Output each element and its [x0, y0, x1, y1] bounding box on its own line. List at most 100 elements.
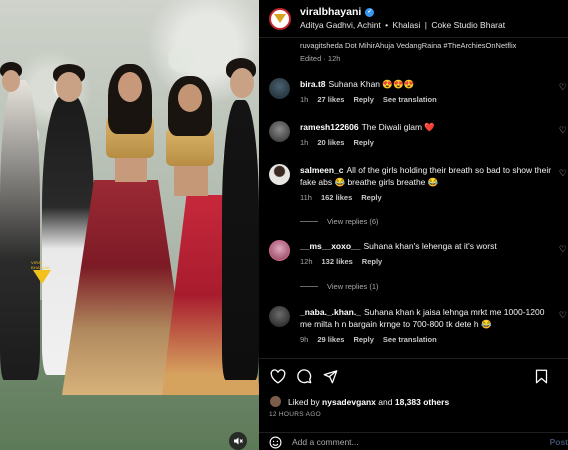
- header-text: viralbhayani ✓ Aditya Gadhvi, Achint • K…: [300, 6, 505, 32]
- comment-avatar[interactable]: [269, 78, 290, 99]
- comment-body: bira.t8 Suhana Khan 😍😍😍 1h 27 likes Reply…: [300, 78, 558, 104]
- audio-artists: Aditya Gadhvi, Achint: [300, 19, 381, 30]
- post-side-panel: viralbhayani ✓ Aditya Gadhvi, Achint • K…: [259, 0, 568, 450]
- comment-username[interactable]: bira.t8: [300, 79, 326, 89]
- like-button[interactable]: [269, 367, 287, 385]
- comment-text: _naba._.khan._ Suhana khan k jaisa lehnga…: [300, 306, 558, 330]
- person-1: [0, 80, 40, 380]
- speaker-muted-icon: [234, 437, 243, 445]
- person-5: [222, 100, 259, 380]
- comment-username[interactable]: _naba._.khan._: [300, 307, 361, 317]
- author-username[interactable]: viralbhayani: [300, 6, 361, 19]
- comment-like-heart-icon[interactable]: ♡: [559, 82, 567, 93]
- caption-edited: Edited · 12h: [300, 54, 341, 63]
- audio-separator-2: |: [424, 19, 428, 30]
- see-translation-link[interactable]: See translation: [383, 335, 437, 344]
- brand-watermark: VIRAL BHAYANI: [31, 260, 53, 284]
- comment-username[interactable]: __ms__xoxo__: [300, 241, 361, 251]
- comments-feed[interactable]: ruvagitsheda Dot MihirAhuja VedangRaina …: [259, 38, 568, 358]
- comment-username[interactable]: ramesh122606: [300, 122, 359, 132]
- comment-body: ramesh122606 The Diwali glam ❤️ 1h 20 lik…: [300, 121, 558, 147]
- see-translation-link[interactable]: See translation: [383, 95, 437, 104]
- comment-likes[interactable]: 20 likes: [317, 138, 344, 147]
- share-button[interactable]: [321, 367, 339, 385]
- save-button[interactable]: [532, 367, 550, 385]
- post-timestamp[interactable]: 12 HOURS AGO: [269, 411, 321, 418]
- author-username-row: viralbhayani ✓: [300, 6, 505, 19]
- comment-like-heart-icon[interactable]: ♡: [559, 310, 567, 321]
- comment-text: bira.t8 Suhana Khan 😍😍😍: [300, 78, 558, 90]
- comment-reply-button[interactable]: Reply: [353, 95, 373, 104]
- audio-info[interactable]: Aditya Gadhvi, Achint • Khalasi | Coke S…: [300, 19, 505, 32]
- watermark-logo: [33, 270, 51, 284]
- comment-avatar[interactable]: [269, 306, 290, 327]
- person-1-head: [2, 70, 20, 92]
- comment-meta: 1h 27 likes Reply See translation: [300, 95, 558, 104]
- add-comment-row: Post: [259, 432, 568, 450]
- comment-text: __ms__xoxo__ Suhana khan's lehenga at it'…: [300, 240, 558, 252]
- comment-meta: 11h 162 likes Reply: [300, 193, 558, 202]
- author-avatar[interactable]: [269, 7, 291, 30]
- view-replies-label: View replies (6): [327, 217, 379, 226]
- liked-by-and: and: [378, 396, 393, 407]
- person-4-head: [178, 84, 202, 112]
- comment-reply-button[interactable]: Reply: [353, 335, 373, 344]
- comment-content: Suhana Khan 😍😍😍: [328, 79, 415, 89]
- comment-time: 1h: [300, 138, 309, 147]
- replies-divider: [300, 221, 318, 222]
- mute-toggle[interactable]: [229, 432, 247, 450]
- paper-plane-icon: [323, 369, 337, 383]
- liked-by-user[interactable]: nysadevganx: [322, 397, 376, 407]
- person-2-head: [56, 72, 82, 102]
- comment-likes[interactable]: 162 likes: [321, 193, 352, 202]
- audio-song: Khalasi: [392, 19, 421, 30]
- person-3-head: [118, 72, 142, 102]
- comment-text: salmeen_c All of the girls holding their …: [300, 164, 558, 188]
- comment-reply-button[interactable]: Reply: [361, 193, 381, 202]
- emoji-icon[interactable]: [269, 436, 282, 449]
- comment-button[interactable]: [295, 367, 313, 385]
- comment-time: 9h: [300, 335, 309, 344]
- likes-summary[interactable]: Liked by nysadevganx and 18,383 others: [269, 395, 449, 408]
- comment-meta: 9h 29 likes Reply See translation: [300, 335, 558, 344]
- comment-bubble-icon: [297, 369, 312, 384]
- add-comment-input[interactable]: [292, 437, 532, 447]
- comment-meta: 12h 132 likes Reply: [300, 257, 558, 266]
- comment-like-heart-icon[interactable]: ♡: [559, 125, 567, 136]
- watermark-text: VIRAL BHAYANI: [31, 260, 50, 270]
- comment-reply-button[interactable]: Reply: [362, 257, 382, 266]
- comment-avatar[interactable]: [269, 164, 290, 185]
- person-3-waist: [115, 158, 147, 182]
- comment-body: __ms__xoxo__ Suhana khan's lehenga at it'…: [300, 240, 558, 266]
- action-icon-row: [269, 367, 559, 387]
- comment-body: salmeen_c All of the girls holding their …: [300, 164, 558, 202]
- heart-icon: [270, 368, 286, 384]
- comment-likes[interactable]: 29 likes: [317, 335, 344, 344]
- audio-separator-1: •: [385, 19, 389, 30]
- view-replies-label: View replies (1): [327, 282, 379, 291]
- post-media[interactable]: VIRAL BHAYANI: [0, 0, 259, 450]
- liked-by-others[interactable]: 18,383 others: [395, 397, 449, 407]
- replies-divider: [300, 286, 318, 287]
- view-replies-button[interactable]: View replies (1): [300, 282, 379, 291]
- comment-likes[interactable]: 27 likes: [317, 95, 344, 104]
- comment-avatar[interactable]: [269, 121, 290, 142]
- audio-source: Coke Studio Bharat: [431, 19, 506, 30]
- post-comment-button[interactable]: Post: [550, 437, 568, 447]
- post-header: viralbhayani ✓ Aditya Gadhvi, Achint • K…: [259, 0, 568, 38]
- comment-likes[interactable]: 132 likes: [322, 257, 353, 266]
- comment-time: 1h: [300, 95, 309, 104]
- comment-content: Suhana khan's lehenga at it's worst: [363, 241, 497, 251]
- comment-like-heart-icon[interactable]: ♡: [559, 244, 567, 255]
- view-replies-button[interactable]: View replies (6): [300, 217, 379, 226]
- comment-time: 12h: [300, 257, 313, 266]
- post-actions: Liked by nysadevganx and 18,383 others 1…: [259, 358, 568, 450]
- comment-username[interactable]: salmeen_c: [300, 165, 343, 175]
- liked-by-prefix: Liked by: [288, 396, 320, 407]
- person-5-head: [230, 68, 254, 98]
- comment-reply-button[interactable]: Reply: [353, 138, 373, 147]
- comment-content: The Diwali glam ❤️: [361, 122, 436, 132]
- comment-like-heart-icon[interactable]: ♡: [559, 168, 567, 179]
- comment-avatar[interactable]: [269, 240, 290, 261]
- bookmark-icon: [535, 369, 547, 383]
